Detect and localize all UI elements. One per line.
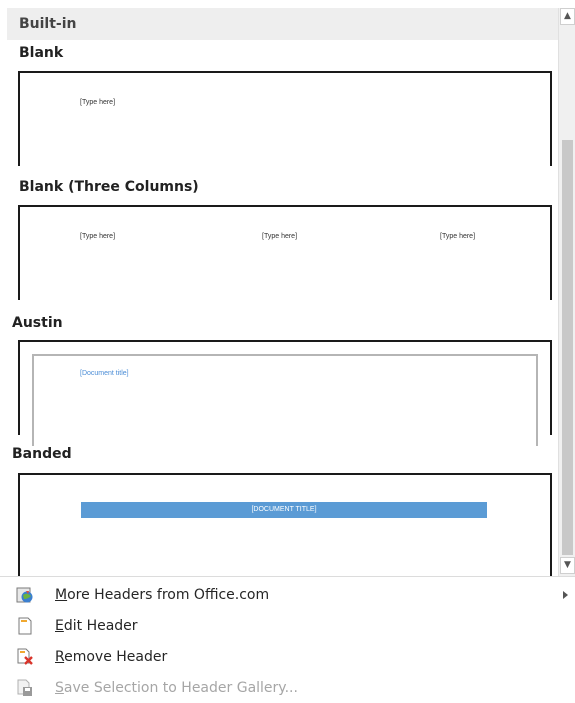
scroll-thumb[interactable] — [562, 140, 573, 555]
save-selection-label: Save Selection to Header Gallery... — [55, 680, 298, 696]
gallery-item-title-blank: Blank — [19, 45, 64, 61]
more-headers-from-office-item[interactable]: More Headers from Office.com — [0, 580, 575, 610]
gallery-item-blank-three-columns[interactable]: [Type here] [Type here] [Type here] — [18, 205, 552, 300]
edit-page-icon — [16, 617, 34, 635]
remove-header-label: Remove Header — [55, 649, 168, 665]
edit-header-label: Edit Header — [55, 618, 138, 634]
remove-header-item[interactable]: Remove Header — [0, 642, 575, 672]
menu-divider — [0, 576, 575, 577]
banded-title-bar: [DOCUMENT TITLE] — [81, 502, 487, 518]
gallery-item-blank[interactable]: [Type here] — [18, 71, 552, 166]
remove-page-icon — [16, 648, 34, 666]
edit-header-item[interactable]: Edit Header — [0, 611, 575, 641]
office-globe-icon — [16, 586, 34, 604]
header-gallery: Built-in Blank [Type here] Blank (Three … — [0, 8, 558, 576]
category-label: Built-in — [19, 16, 77, 32]
placeholder-text: [Type here] — [80, 99, 116, 106]
category-header: Built-in — [7, 8, 558, 40]
header-gallery-dropdown: Built-in Blank [Type here] Blank (Three … — [0, 0, 575, 702]
vertical-scrollbar[interactable]: ▲ ▼ — [558, 8, 575, 576]
scroll-up-button[interactable]: ▲ — [560, 8, 575, 25]
save-to-gallery-icon — [16, 679, 34, 697]
document-title-placeholder: [Document title] — [80, 370, 129, 377]
submenu-arrow-icon — [563, 591, 568, 599]
placeholder-text-left: [Type here] — [80, 233, 116, 240]
gallery-item-title-banded: Banded — [12, 446, 72, 462]
banded-title-placeholder: [DOCUMENT TITLE] — [251, 506, 317, 513]
gallery-item-austin[interactable]: [Document title] — [18, 340, 552, 446]
placeholder-text-right: [Type here] — [440, 233, 476, 240]
save-selection-to-header-gallery-item: Save Selection to Header Gallery... — [0, 673, 575, 703]
gallery-item-title-austin: Austin — [12, 315, 63, 331]
placeholder-text-center: [Type here] — [262, 233, 298, 240]
austin-frame — [32, 354, 538, 446]
gallery-item-title-blank-three-columns: Blank (Three Columns) — [19, 179, 199, 195]
scroll-down-button[interactable]: ▼ — [560, 557, 575, 574]
gallery-item-banded[interactable]: [DOCUMENT TITLE] — [18, 473, 552, 576]
more-headers-label: More Headers from Office.com — [55, 587, 270, 603]
